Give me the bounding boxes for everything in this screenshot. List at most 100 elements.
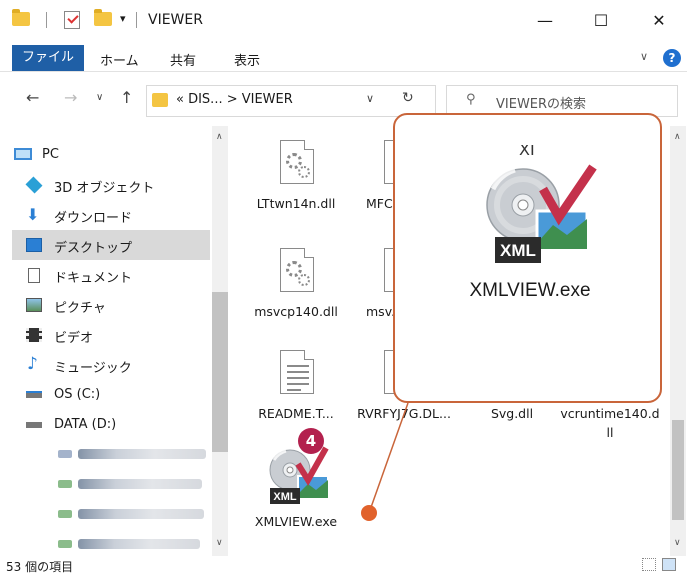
- tab-view[interactable]: 表示: [234, 50, 260, 69]
- ribbon: ファイル ホーム 共有 表示 ∨ ?: [0, 44, 687, 72]
- text-line: [287, 365, 309, 367]
- scroll-down-icon[interactable]: ∨: [216, 538, 223, 548]
- separator: [46, 12, 47, 28]
- step-badge: 4: [298, 428, 324, 454]
- details-view-icon[interactable]: [642, 558, 656, 571]
- sidebar-item-pictures[interactable]: ピクチャ: [12, 290, 210, 320]
- sidebar-item-3d-objects[interactable]: 3D オブジェクト: [12, 170, 210, 200]
- back-icon[interactable]: ←: [26, 88, 39, 107]
- tab-file[interactable]: ファイル: [12, 45, 84, 71]
- close-button[interactable]: ✕: [644, 10, 674, 34]
- folder-icon: [12, 9, 30, 26]
- sidebar-item-videos[interactable]: ビデオ: [12, 320, 210, 350]
- file-name: README.T...: [258, 406, 334, 421]
- refresh-icon[interactable]: ↻: [402, 90, 414, 106]
- content-scrollbar-thumb[interactable]: [672, 420, 684, 520]
- file-item-lttwn14n-dll[interactable]: LTtwn14n.dll: [246, 136, 346, 236]
- dll-file-icon: [280, 140, 314, 184]
- search-placeholder: VIEWERの検索: [496, 97, 587, 112]
- dll-file-icon: [280, 248, 314, 292]
- separator: [136, 12, 137, 28]
- tab-home[interactable]: ホーム: [100, 50, 139, 69]
- sidebar-item-pc[interactable]: PC: [12, 140, 210, 170]
- new-folder-icon[interactable]: [94, 9, 112, 26]
- blurred-item[interactable]: [78, 449, 206, 459]
- minimize-button[interactable]: —: [530, 10, 560, 34]
- title-bar: ▾ VIEWER — ☐ ✕: [0, 0, 687, 44]
- callout-anchor-dot: [361, 505, 377, 521]
- scroll-down-icon[interactable]: ∨: [674, 538, 681, 548]
- sidebar-item-label: 3D オブジェクト: [54, 181, 155, 196]
- desktop-icon: [26, 238, 42, 252]
- download-icon: ⬇: [26, 205, 40, 224]
- chevron-down-icon[interactable]: ∨: [640, 50, 648, 63]
- sidebar-item-label: ドキュメント: [54, 271, 133, 286]
- sidebar-item-documents[interactable]: ドキュメント: [12, 260, 210, 290]
- file-name: vcruntime140.dll: [560, 406, 660, 440]
- network-drive-icon: [58, 450, 72, 458]
- network-drive-icon: [58, 540, 72, 548]
- pc-icon: [14, 148, 32, 160]
- search-icon: ⚲: [466, 92, 476, 107]
- text-line: [287, 371, 309, 373]
- svg-text:XML: XML: [500, 241, 536, 260]
- pictures-icon: [26, 298, 42, 312]
- videos-icon: [26, 328, 42, 342]
- item-count: 53 個の項目: [6, 560, 74, 574]
- file-name: msvcp140.dll: [254, 304, 338, 319]
- network-drive-icon: [58, 480, 72, 488]
- sidebar-item-label: DATA (D:): [54, 417, 117, 432]
- sidebar-item-label: ミュージック: [54, 361, 132, 376]
- text-line: [287, 389, 301, 391]
- blurred-item[interactable]: [78, 479, 202, 489]
- text-line: [287, 383, 309, 385]
- file-item-msvcp140-dll[interactable]: msvcp140.dll: [246, 244, 346, 344]
- tab-share[interactable]: 共有: [170, 50, 196, 69]
- svg-text:XML: XML: [273, 491, 297, 503]
- recent-dropdown-icon[interactable]: ∨: [96, 92, 103, 103]
- xmlview-app-icon-large: XML: [486, 164, 597, 263]
- zoom-callout: XI XML XMLVIEW.exe: [393, 113, 662, 403]
- drive-c-icon: [26, 391, 42, 398]
- xmlview-app-icon: XML: [269, 446, 329, 504]
- sidebar-item-label: ダウンロード: [54, 211, 133, 226]
- sidebar-item-drive-c[interactable]: OS (C:): [12, 380, 210, 410]
- maximize-button[interactable]: ☐: [586, 10, 616, 34]
- scroll-up-icon[interactable]: ∧: [674, 132, 681, 142]
- text-file-icon: [280, 350, 314, 394]
- scroll-up-icon[interactable]: ∧: [216, 132, 223, 142]
- blurred-item[interactable]: [78, 539, 200, 549]
- text-line: [287, 377, 309, 379]
- sidebar-item-music[interactable]: ♪ ミュージック: [12, 350, 210, 380]
- folder-icon: [152, 93, 168, 107]
- drive-d-icon: [26, 422, 42, 428]
- properties-icon[interactable]: [64, 11, 80, 29]
- file-name: LTtwn14n.dll: [256, 196, 336, 211]
- large-icons-view-icon[interactable]: [662, 558, 676, 571]
- callout-file-name: XMLVIEW.exe: [469, 280, 591, 301]
- address-path[interactable]: « DIS... > VIEWER: [176, 92, 293, 107]
- file-name: Svg.dll: [490, 406, 534, 421]
- chevron-down-icon[interactable]: ∨: [366, 92, 374, 105]
- documents-icon: [28, 268, 40, 283]
- sidebar-item-desktop[interactable]: デスクトップ: [12, 230, 210, 260]
- file-item-readme[interactable]: README.T...: [246, 346, 346, 446]
- sidebar-item-downloads[interactable]: ⬇ ダウンロード: [12, 200, 210, 230]
- 3d-objects-icon: [25, 176, 43, 194]
- network-drive-icon: [58, 510, 72, 518]
- sidebar-item-drive-d[interactable]: DATA (D:): [12, 410, 210, 440]
- sidebar-scrollbar-thumb[interactable]: [212, 292, 228, 452]
- navigation-pane: PC 3D オブジェクト ⬇ ダウンロード デスクトップ ドキュメント ピクチャ…: [0, 126, 230, 556]
- sidebar-item-label: PC: [42, 147, 59, 162]
- up-icon[interactable]: ↑: [120, 88, 133, 107]
- sidebar-item-label: ピクチャ: [54, 301, 106, 316]
- file-name: RVRFYJ7G.DL...: [357, 406, 451, 421]
- sidebar-item-label: OS (C:): [54, 387, 101, 402]
- blurred-item[interactable]: [78, 509, 204, 519]
- customize-toolbar-icon[interactable]: ▾: [120, 12, 126, 25]
- forward-icon[interactable]: →: [64, 88, 77, 107]
- gear-icon: [298, 166, 310, 178]
- file-name: XMLVIEW.exe: [254, 514, 338, 529]
- help-icon[interactable]: ?: [663, 49, 681, 67]
- file-item-xmlview-exe[interactable]: XML XMLVIEW.exe: [246, 444, 346, 554]
